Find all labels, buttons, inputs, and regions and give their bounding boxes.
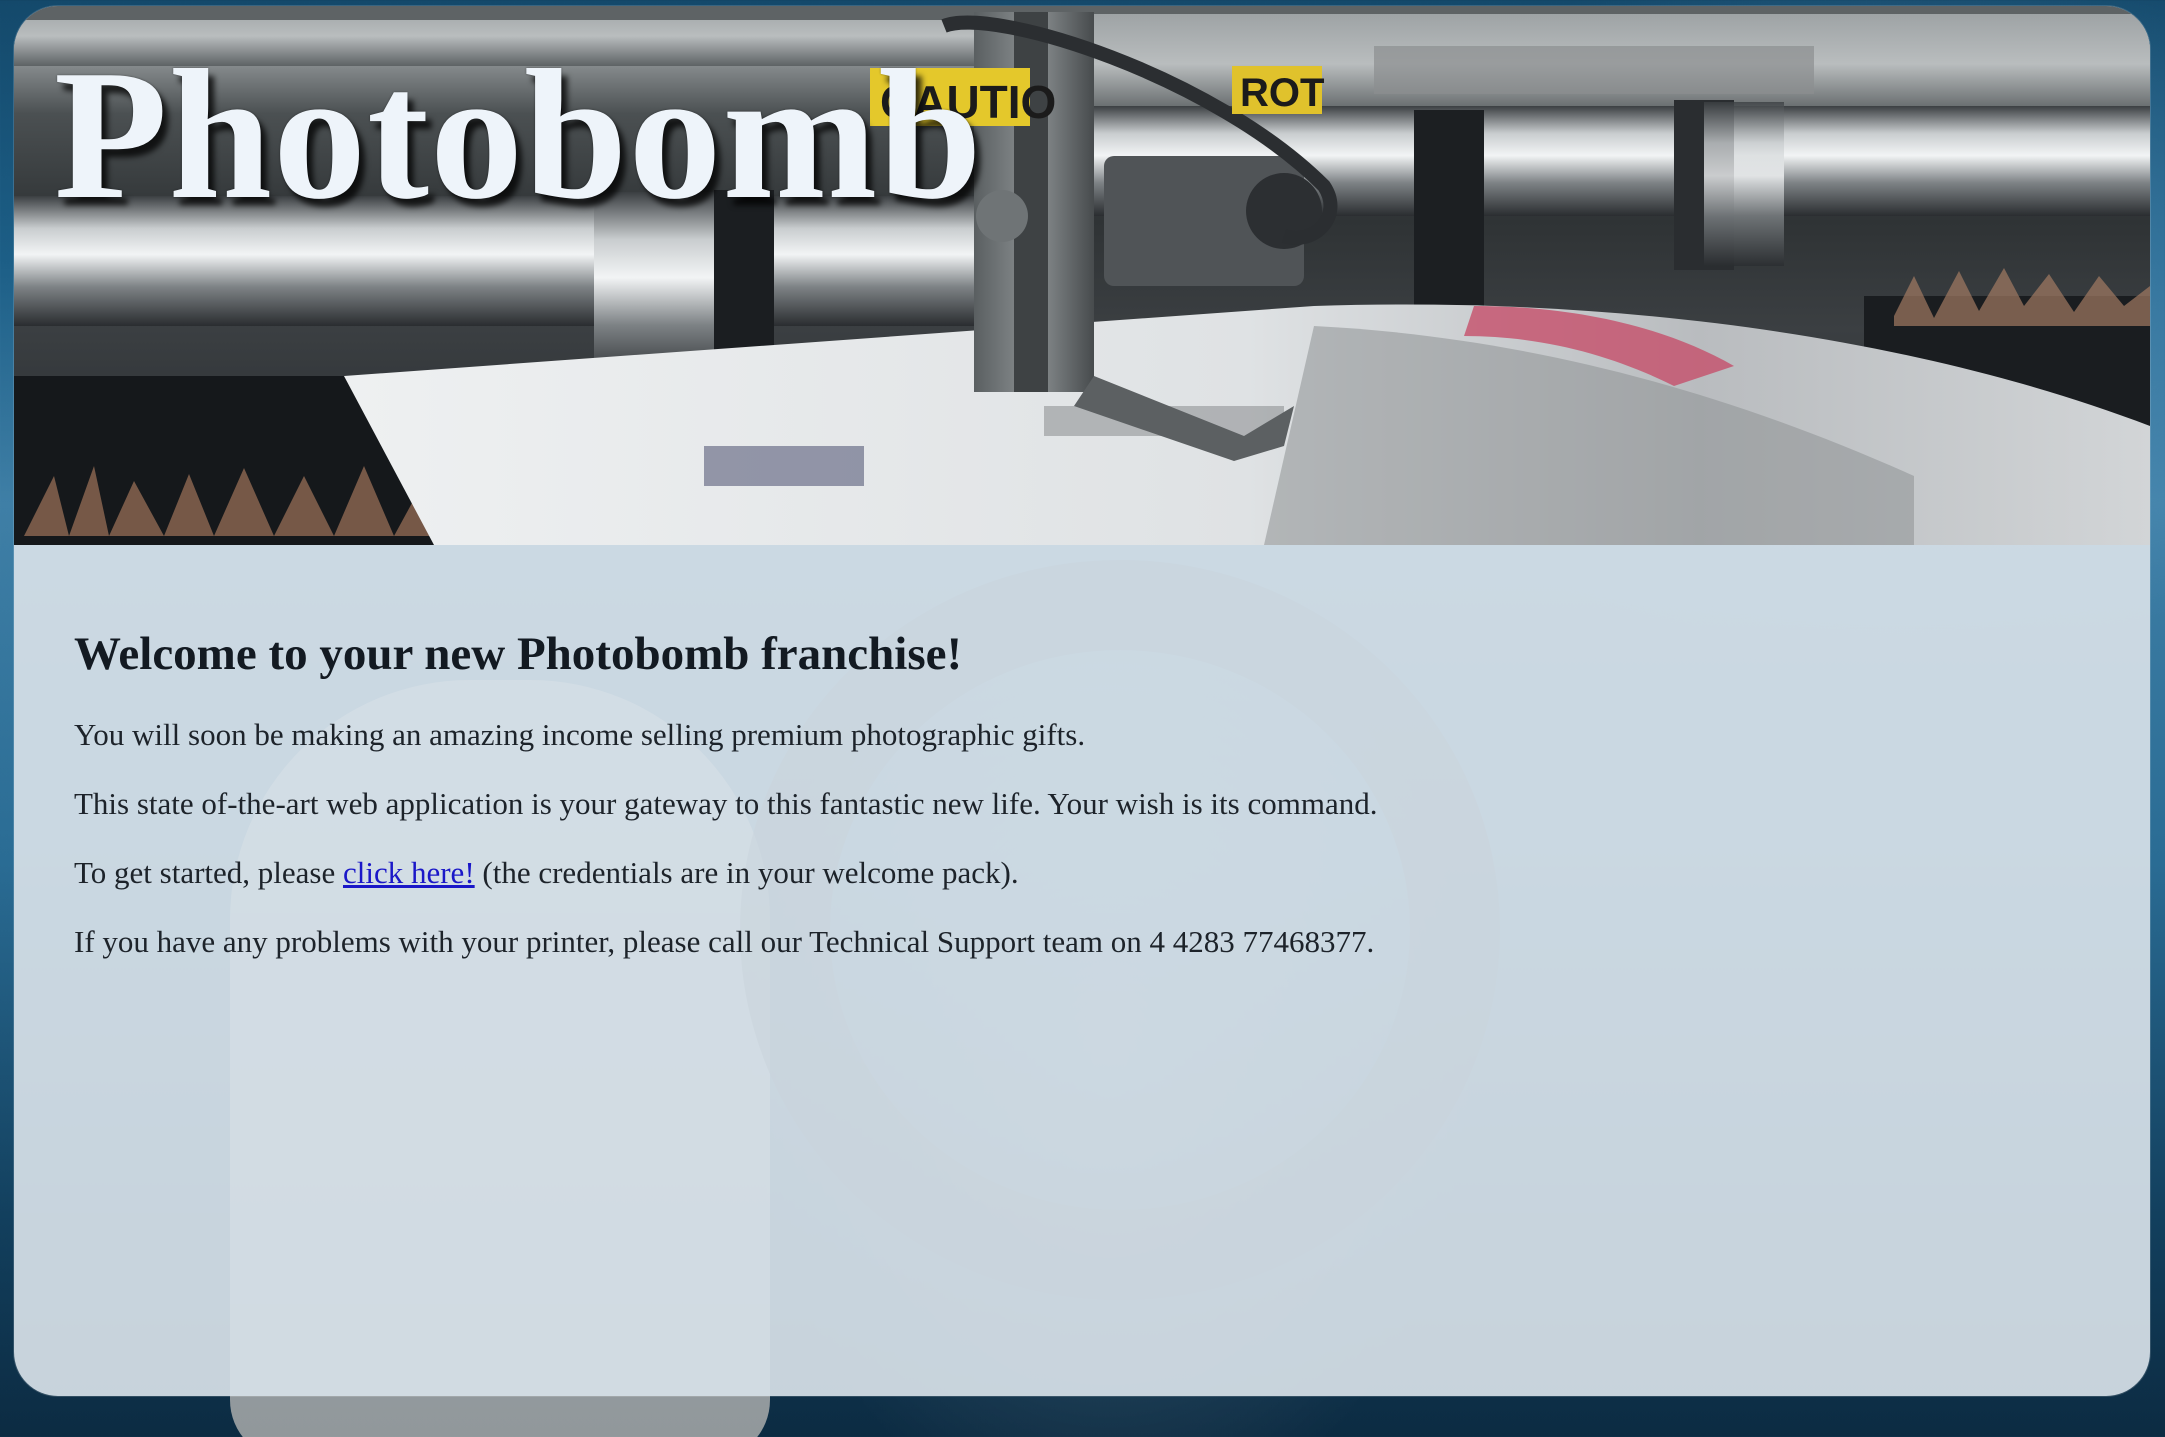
main-content: Welcome to your new Photobomb franchise!… <box>74 626 2074 994</box>
site-title: Photobomb <box>54 32 983 238</box>
get-started-prefix: To get started, please <box>74 855 343 891</box>
page-card: CAUTIO ROT Photobomb Welcome to your new… <box>14 6 2150 1396</box>
header-banner: CAUTIO ROT Photobomb <box>14 6 2150 545</box>
support-paragraph: If you have any problems with your print… <box>74 924 1375 960</box>
rot-label: ROT <box>1240 71 1324 115</box>
gateway-paragraph: This state of-the-art web application is… <box>74 786 1378 822</box>
intro-paragraph: You will soon be making an amazing incom… <box>74 717 1086 753</box>
get-started-suffix: (the credentials are in your welcome pac… <box>474 855 1019 891</box>
get-started-paragraph: To get started, please click here! (the … <box>74 856 2074 889</box>
welcome-heading: Welcome to your new Photobomb franchise! <box>74 628 963 680</box>
login-link[interactable]: click here! <box>343 855 475 890</box>
